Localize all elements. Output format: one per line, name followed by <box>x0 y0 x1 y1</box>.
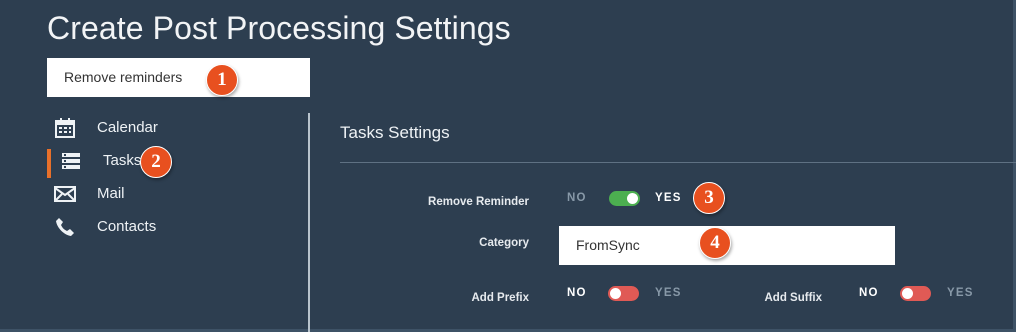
sidebar-item-label: Mail <box>97 185 125 202</box>
settings-name-input[interactable]: Remove reminders <box>47 58 310 97</box>
section-title: Tasks Settings <box>340 123 450 142</box>
tasks-icon <box>60 150 82 172</box>
add-prefix-no[interactable]: NO <box>567 287 587 299</box>
add-suffix-label: Add Suffix <box>764 292 823 304</box>
sidebar-item-label: Calendar <box>97 119 158 136</box>
annotation-badge-3: 3 <box>693 182 725 214</box>
toggle-knob <box>610 288 621 299</box>
mail-icon <box>54 183 76 205</box>
vertical-divider <box>308 113 310 332</box>
toggle-knob <box>902 288 913 299</box>
page-title: Create Post Processing Settings <box>47 10 511 46</box>
remove-reminder-toggle[interactable] <box>609 191 640 206</box>
toggle-knob <box>627 193 638 204</box>
annotation-badge-1: 1 <box>206 64 238 96</box>
sidebar-item-label: Contacts <box>97 218 157 235</box>
sidebar-item-calendar[interactable]: Calendar <box>47 114 307 147</box>
add-suffix-yes[interactable]: YES <box>947 287 974 299</box>
settings-panel: Create Post Processing Settings Remove r… <box>0 0 1016 332</box>
sidebar-nav: Calendar Tasks Mail Contacts <box>47 114 307 246</box>
sidebar-item-contacts[interactable]: Contacts <box>47 213 307 246</box>
add-prefix-label: Add Prefix <box>471 292 529 304</box>
remove-reminder-label: Remove Reminder <box>428 196 529 208</box>
active-indicator <box>47 149 51 178</box>
section-divider <box>340 162 1016 163</box>
category-label: Category <box>479 237 529 249</box>
sidebar-item-tasks[interactable]: Tasks <box>47 147 307 180</box>
add-prefix-toggle[interactable] <box>608 286 639 301</box>
remove-reminder-no[interactable]: NO <box>567 192 587 204</box>
annotation-badge-4: 4 <box>699 227 731 259</box>
sidebar-item-mail[interactable]: Mail <box>47 180 307 213</box>
calendar-icon <box>54 117 76 139</box>
add-suffix-no[interactable]: NO <box>859 287 879 299</box>
add-suffix-toggle[interactable] <box>900 286 931 301</box>
remove-reminder-yes[interactable]: YES <box>655 192 682 204</box>
sidebar-item-label: Tasks <box>103 152 142 169</box>
phone-icon <box>54 216 76 238</box>
annotation-badge-2: 2 <box>140 146 172 178</box>
add-prefix-yes[interactable]: YES <box>655 287 682 299</box>
